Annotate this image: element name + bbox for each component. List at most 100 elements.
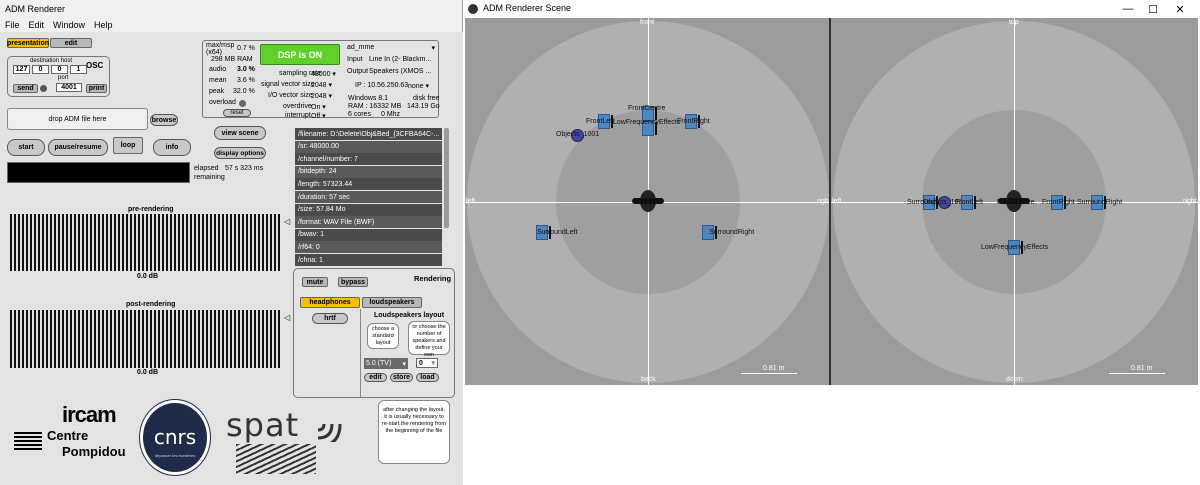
post-meter-arrow-icon[interactable]: ◁	[284, 313, 290, 322]
browse-button[interactable]: browse	[150, 114, 178, 126]
menu-help[interactable]: Help	[94, 20, 113, 30]
bypass-button[interactable]: bypass	[338, 277, 368, 287]
layout-load-button[interactable]: load	[416, 373, 439, 382]
listener-head-icon[interactable]	[632, 189, 664, 213]
sr-select[interactable]: 48000 ▾	[311, 70, 336, 78]
file-info-row: /bwav: 1	[295, 228, 442, 241]
svs-select[interactable]: 2048 ▾	[311, 81, 332, 89]
speaker-label-surround-right: SurroundRight	[709, 229, 755, 236]
layout-store-button[interactable]: store	[390, 373, 413, 382]
speaker-label-lfe-side: LowFrequencyEffects	[981, 244, 1049, 251]
print-button[interactable]: print	[86, 84, 107, 93]
cnrs-tagline: dépasser les frontières	[154, 453, 196, 458]
menu-edit[interactable]: Edit	[29, 20, 45, 30]
pre-rendering-db: 0.0 dB	[137, 273, 159, 280]
speaker-count-field[interactable]: 0 ▾	[416, 358, 438, 368]
presentation-tab[interactable]: presentation	[7, 38, 49, 48]
scale-label: 0.81 m	[763, 365, 785, 372]
file-info-scrollbar[interactable]	[444, 128, 449, 228]
interrupt-select[interactable]: Off ▾	[311, 112, 326, 120]
dsp-toggle-button[interactable]: DSP is ON	[260, 44, 340, 65]
pause-resume-button[interactable]: pause/resume	[48, 139, 108, 156]
edit-tab[interactable]: edit	[50, 38, 92, 48]
ip-octet-3[interactable]: 0	[51, 65, 68, 74]
right-label-side: right	[1183, 198, 1197, 205]
send-button[interactable]: send	[13, 84, 38, 93]
post-rendering-db: 0.0 dB	[137, 369, 159, 376]
file-info-row: /duration: 57 sec	[295, 191, 442, 203]
pre-rendering-meters	[10, 214, 282, 271]
osc-panel: OSC destination host 127 0 0 1 port send…	[7, 56, 110, 97]
rendering-title: Rendering	[414, 274, 452, 283]
speaker-label-front-centre: FrontCentre	[628, 105, 666, 112]
post-rendering-label: post-rendering	[126, 301, 176, 308]
left-label-side: left	[832, 198, 842, 205]
ip-octet-2[interactable]: 0	[32, 65, 49, 74]
output-select[interactable]: Speakers (XMOS ...	[369, 68, 435, 75]
input-select[interactable]: Line In (2- Blackm...	[369, 56, 435, 63]
start-button[interactable]: start	[7, 139, 45, 156]
ip-address: IP : 10.56.250.63	[355, 82, 409, 89]
file-info-row: /sr: 48000.00	[295, 140, 442, 153]
hrtf-button[interactable]: hrtf	[312, 313, 348, 324]
display-options-button[interactable]: display options	[214, 147, 266, 159]
speaker-label-front-right-side: FrontRight	[1042, 199, 1075, 206]
driver-select[interactable]: ad_mme ▾	[347, 44, 435, 52]
cpu-pct: 0.7 %	[237, 45, 255, 52]
mute-button[interactable]: mute	[302, 277, 328, 287]
tip-standard-layout: choose a standard layout	[367, 323, 399, 349]
layout-select[interactable]: 5.0 (TV) ▾	[364, 358, 408, 369]
spat-logo-text: spat	[226, 406, 300, 444]
spat-hatching	[236, 444, 316, 474]
scale-label-side: 0.81 m	[1131, 365, 1153, 372]
playback-progress-bar[interactable]	[7, 162, 190, 183]
maxmsp-label: max/msp	[206, 42, 235, 49]
loudspeakers-button[interactable]: loudspeakers	[362, 297, 422, 308]
menu-window[interactable]: Window	[53, 20, 85, 30]
arch-label: (x64)	[206, 49, 222, 56]
post-rendering-meters	[10, 310, 282, 368]
mean-label: mean	[209, 77, 227, 84]
top-view-panel[interactable]: front back left right 0.81 m FrontLeft F…	[465, 18, 829, 385]
layout-edit-button[interactable]: edit	[364, 373, 387, 382]
pre-meter-arrow-icon[interactable]: ◁	[284, 217, 290, 226]
scale-bar-side	[1109, 373, 1165, 374]
speaker-label-front-left: FrontLeft	[586, 118, 615, 125]
loop-toggle[interactable]: loop	[113, 137, 143, 154]
disk-value: 143.19 Go	[407, 103, 440, 110]
scene-window-title: ADM Renderer Scene	[483, 3, 572, 13]
reset-button[interactable]: reset	[223, 109, 251, 117]
drop-zone[interactable]: drop ADM file here	[7, 108, 148, 130]
right-label: right	[817, 198, 829, 205]
headphones-button[interactable]: headphones	[300, 297, 360, 308]
ram-usage: 298 MB RAM	[211, 56, 253, 63]
speaker-label-front-left-side: FrontLeft	[955, 199, 984, 206]
centre-text: Centre	[47, 428, 89, 443]
port-field[interactable]: 4001	[56, 83, 82, 92]
window-title: ADM Renderer	[5, 4, 66, 14]
ip-octet-1[interactable]: 127	[13, 65, 30, 74]
os-label: Windows 8.1	[348, 95, 389, 102]
ip-octet-4[interactable]: 1	[70, 65, 87, 74]
overdrive-select[interactable]: On ▾	[311, 103, 326, 111]
top-label: top	[1009, 19, 1019, 26]
ram-total: RAM : 16332 MB	[348, 103, 402, 110]
side-view-panel[interactable]: top down left right 0.81 m SurroundLeft …	[831, 18, 1198, 385]
dest-host-label: destination host	[30, 58, 73, 64]
menu-bar: File Edit Window Help	[0, 18, 463, 32]
speaker-label-lfe: LowFrequencyEffects	[613, 119, 681, 126]
view-scene-button[interactable]: view scene	[214, 126, 266, 140]
overload-label: overload	[209, 99, 236, 106]
net-select[interactable]: none ▾	[408, 82, 429, 90]
info-button[interactable]: info	[153, 139, 191, 156]
menu-file[interactable]: File	[5, 20, 20, 30]
port-label: port	[58, 75, 69, 81]
file-info-row: /length: 57323.44	[295, 178, 442, 191]
disk-label: disk free	[413, 95, 440, 102]
remaining-label: remaining	[194, 174, 225, 181]
io-label: I/O vector size	[268, 92, 313, 99]
dsp-status-panel: max/msp (x64) 0.7 % 298 MB RAM audio 3.0…	[202, 40, 440, 120]
cnrs-logo-text: cnrs	[153, 425, 197, 449]
io-select[interactable]: 2048 ▾	[311, 92, 332, 100]
close-button[interactable]: ✕	[1160, 0, 1200, 18]
